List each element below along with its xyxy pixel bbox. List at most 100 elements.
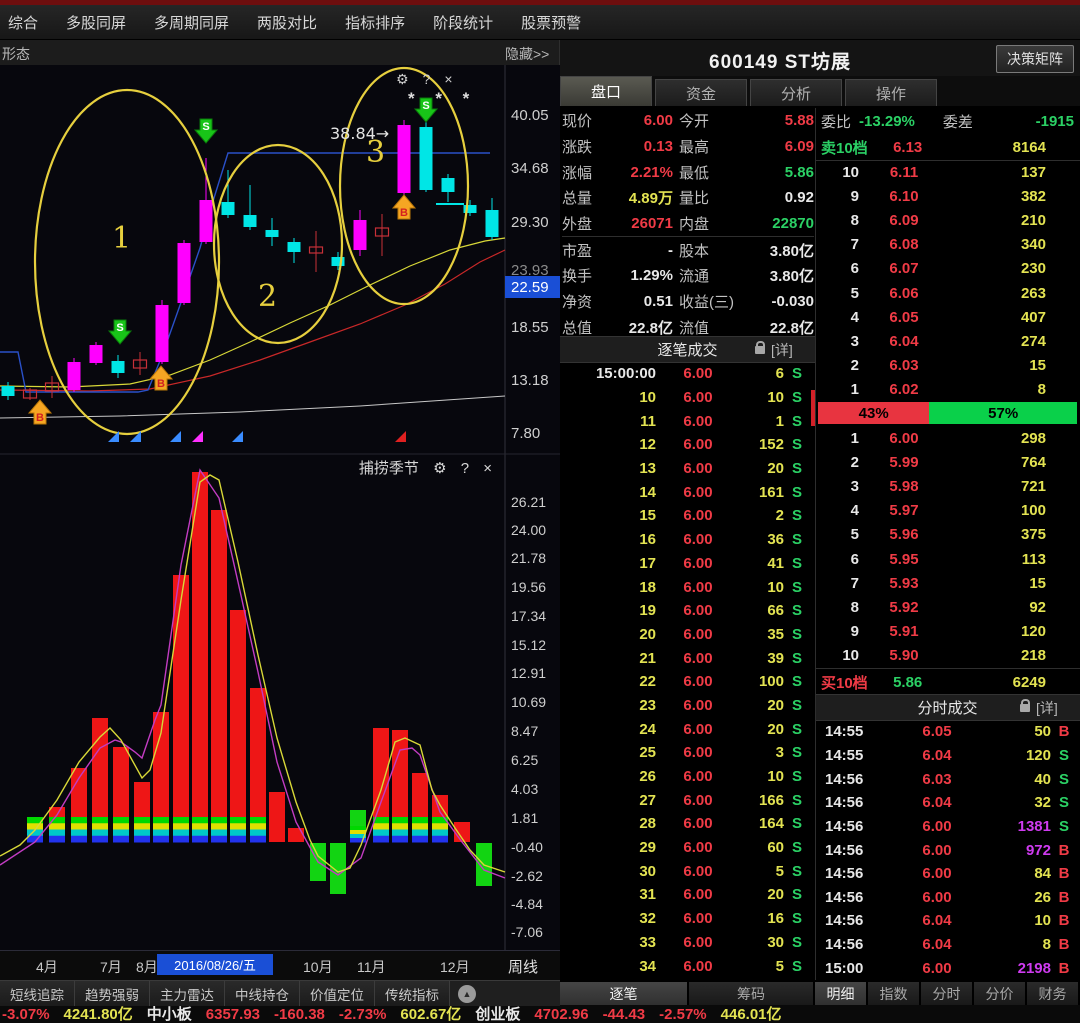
tick-trade-row[interactable]: 15 6.00 2 S: [560, 504, 810, 528]
chart-canvas[interactable]: 12338.84→SSSBBB40.0534.6829.3023.9318.55…: [0, 0, 560, 1023]
close-icon[interactable]: ×: [483, 460, 492, 477]
detail-link[interactable]: [详]: [771, 340, 815, 360]
status-tab-传统指标[interactable]: 传统指标: [375, 981, 450, 1006]
buy-order-row[interactable]: 3 5.98 721: [815, 474, 1080, 498]
tick-trade-row[interactable]: 15:00:00 6.00 6 S: [560, 362, 810, 386]
buy-order-row[interactable]: 10 5.90 218: [815, 644, 1080, 668]
tick-trade-row[interactable]: 27 6.00 166 S: [560, 788, 810, 812]
time-trade-row[interactable]: 14:56 6.00 972 B: [815, 838, 1077, 862]
order-level-number: 7: [850, 574, 859, 592]
tick-trade-row[interactable]: 32 6.00 16 S: [560, 907, 810, 931]
tick-trade-row[interactable]: 20 6.00 35 S: [560, 623, 810, 647]
buy-order-row[interactable]: 8 5.92 92: [815, 595, 1080, 619]
time-trade-row[interactable]: 14:56 6.00 84 B: [815, 862, 1077, 886]
tick-trade-row[interactable]: 21 6.00 39 S: [560, 646, 810, 670]
sell-order-row[interactable]: 1 6.02 8: [815, 378, 1080, 402]
tick-trade-row[interactable]: 26 6.00 10 S: [560, 765, 810, 789]
sell-10-header[interactable]: 卖10档 6.13 8164: [815, 134, 1080, 161]
buy-order-row[interactable]: 5 5.96 375: [815, 523, 1080, 547]
tab-明细[interactable]: 明细: [815, 982, 868, 1005]
sell-order-row[interactable]: 6 6.07 230: [815, 257, 1080, 281]
tick-trades-list[interactable]: 15:00:00 6.00 6 S 10 6.00 10 S 11 6.00 1 S 12 6.00 152…: [560, 362, 810, 978]
tab-分时[interactable]: 分时: [921, 982, 974, 1005]
time-trade-row[interactable]: 14:56 6.03 40 S: [815, 767, 1077, 791]
buy-order-row[interactable]: 4 5.97 100: [815, 499, 1080, 523]
time-trades-list[interactable]: 14:55 6.05 50 B 14:55 6.04 120 S 14:56 6.03 40 S 14:…: [815, 720, 1077, 980]
tab-分价[interactable]: 分价: [974, 982, 1027, 1005]
time-trade-row[interactable]: 14:56 6.00 26 B: [815, 885, 1077, 909]
tick-trade-row[interactable]: 13 6.00 20 S: [560, 457, 810, 481]
tab-逐笔[interactable]: 逐笔: [560, 982, 689, 1005]
tab-指数[interactable]: 指数: [868, 982, 921, 1005]
buy-order-row[interactable]: 7 5.93 15: [815, 571, 1080, 595]
tick-trade-row[interactable]: 31 6.00 20 S: [560, 883, 810, 907]
tick-trade-row[interactable]: 14 6.00 161 S: [560, 480, 810, 504]
tab-资金[interactable]: 资金: [655, 79, 747, 106]
status-tab-短线追踪[interactable]: 短线追踪: [0, 981, 75, 1006]
buy-order-row[interactable]: 1 6.00 298: [815, 426, 1080, 450]
tick-trade-row[interactable]: 18 6.00 10 S: [560, 575, 810, 599]
trade-volume: 10: [767, 578, 784, 596]
close-icon[interactable]: ×: [444, 71, 452, 88]
buy-order-row[interactable]: 6 5.95 113: [815, 547, 1080, 571]
tick-trade-row[interactable]: 10 6.00 10 S: [560, 386, 810, 410]
detail-link[interactable]: [详]: [1036, 698, 1080, 718]
gear-icon[interactable]: ⚙: [433, 460, 446, 477]
tick-trade-row[interactable]: 11 6.00 1 S: [560, 409, 810, 433]
decision-matrix-button[interactable]: 决策矩阵: [996, 45, 1074, 73]
status-tab-价值定位[interactable]: 价值定位: [300, 981, 375, 1006]
tick-trade-row[interactable]: 25 6.00 3 S: [560, 741, 810, 765]
sell-order-row[interactable]: 7 6.08 340: [815, 233, 1080, 257]
help-icon[interactable]: ?: [423, 71, 431, 88]
sell-order-row[interactable]: 5 6.06 263: [815, 281, 1080, 305]
sell-order-row[interactable]: 2 6.03 15: [815, 354, 1080, 378]
tab-盘口[interactable]: 盘口: [560, 76, 652, 106]
tick-trade-row[interactable]: 17 6.00 41 S: [560, 552, 810, 576]
buy-order-row[interactable]: 2 5.99 764: [815, 450, 1080, 474]
sell-order-row[interactable]: 3 6.04 274: [815, 329, 1080, 353]
sell-order-list: 10 6.11 137 9 6.10 382 8 6.09 210 7 6.08 340 6 6.07 23…: [815, 160, 1080, 402]
time-trade-row[interactable]: 14:55 6.04 120 S: [815, 744, 1077, 768]
status-tab-中线持仓[interactable]: 中线持仓: [225, 981, 300, 1006]
status-tab-主力雷达[interactable]: 主力雷达: [150, 981, 225, 1006]
tick-trade-row[interactable]: 28 6.00 164 S: [560, 812, 810, 836]
period-label[interactable]: 周线: [508, 956, 538, 977]
time-trade-row[interactable]: 14:56 6.04 32 S: [815, 791, 1077, 815]
sell-order-row[interactable]: 4 6.05 407: [815, 305, 1080, 329]
sell-order-row[interactable]: 10 6.11 137: [815, 160, 1080, 184]
tick-trade-row[interactable]: 22 6.00 100 S: [560, 670, 810, 694]
buy-order-row[interactable]: 9 5.91 120: [815, 620, 1080, 644]
tab-分析[interactable]: 分析: [750, 79, 842, 106]
help-icon[interactable]: ?: [461, 460, 469, 477]
tick-trade-row[interactable]: 19 6.00 66 S: [560, 599, 810, 623]
tab-财务[interactable]: 财务: [1027, 982, 1080, 1005]
tab-操作[interactable]: 操作: [845, 79, 937, 106]
tick-trade-row[interactable]: 30 6.00 5 S: [560, 859, 810, 883]
trade-direction-flag: S: [1058, 746, 1069, 764]
tab-筹码[interactable]: 筹码: [689, 982, 815, 1005]
status-tab-趋势强弱[interactable]: 趋势强弱: [75, 981, 150, 1006]
sell-order-row[interactable]: 8 6.09 210: [815, 208, 1080, 232]
tick-trade-row[interactable]: 23 6.00 20 S: [560, 694, 810, 718]
time-trade-row[interactable]: 14:56 6.04 8 B: [815, 933, 1077, 957]
tick-trade-row[interactable]: 29 6.00 60 S: [560, 836, 810, 860]
time-trade-row[interactable]: 14:56 6.04 10 B: [815, 909, 1077, 933]
sell-order-row[interactable]: 9 6.10 382: [815, 184, 1080, 208]
tick-trade-row[interactable]: 34 6.00 5 S: [560, 954, 810, 978]
time-trade-row[interactable]: 14:56 6.00 1381 S: [815, 815, 1077, 839]
tick-trade-row[interactable]: 24 6.00 20 S: [560, 717, 810, 741]
time-trade-row[interactable]: 15:00 6.00 2198 B: [815, 956, 1077, 980]
indicator-bar-positive: [288, 828, 304, 842]
tick-trade-row[interactable]: 33 6.00 30 S: [560, 931, 810, 955]
weicha-label: 委差: [942, 113, 973, 131]
trade-time: 23: [639, 696, 656, 714]
tick-trade-row[interactable]: 12 6.00 152 S: [560, 433, 810, 457]
trade-volume: 26: [1034, 888, 1051, 906]
tick-trade-row[interactable]: 16 6.00 36 S: [560, 528, 810, 552]
buy-10-footer[interactable]: 买10档 5.86 6249: [815, 668, 1080, 695]
collapse-button[interactable]: ▲: [458, 984, 476, 1003]
selected-date-badge[interactable]: 2016/08/26/五: [157, 954, 273, 975]
trade-direction-flag: S: [791, 815, 802, 833]
gear-icon[interactable]: ⚙: [396, 71, 409, 88]
time-trade-row[interactable]: 14:55 6.05 50 B: [815, 720, 1077, 744]
